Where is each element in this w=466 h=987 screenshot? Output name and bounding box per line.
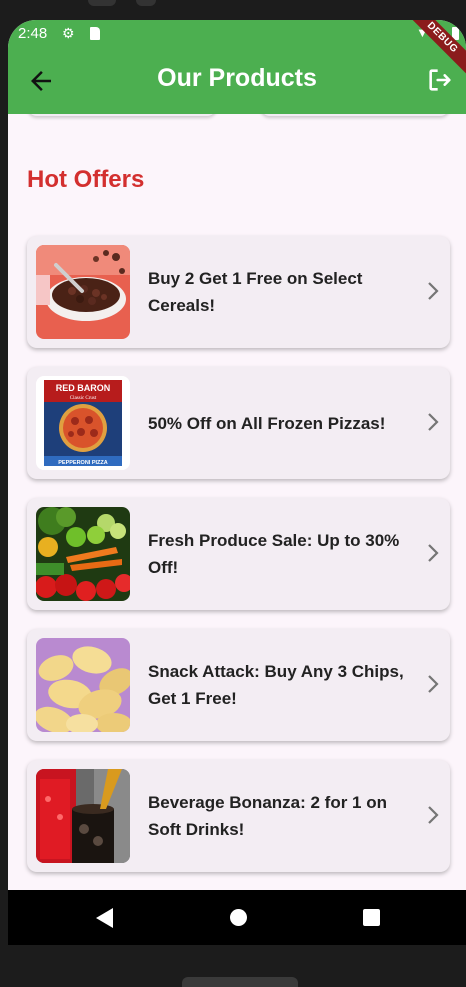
status-bar: 2:48 ⚙ ▼ ◢ bbox=[8, 20, 466, 48]
nav-recents-icon[interactable] bbox=[363, 909, 380, 926]
chevron-right-icon bbox=[428, 806, 439, 824]
nav-home-icon[interactable] bbox=[230, 909, 247, 926]
logout-icon bbox=[429, 69, 451, 91]
pizza-flavor-text: PEPPERONI PIZZA bbox=[58, 460, 108, 466]
frozen-pizza-box-image: RED BARON Classic Crust PEPPERONI PIZZA bbox=[36, 376, 130, 470]
system-nav-bar bbox=[8, 890, 466, 945]
offer-card[interactable]: Snack Attack: Buy Any 3 Chips, Get 1 Fre… bbox=[27, 629, 450, 741]
sd-card-icon bbox=[90, 27, 100, 40]
hot-offers-title: Hot Offers bbox=[27, 166, 145, 193]
device-bezel bbox=[182, 977, 298, 987]
offer-card[interactable]: Fresh Produce Sale: Up to 30% Off! bbox=[27, 498, 450, 610]
soft-drinks-image bbox=[36, 769, 130, 863]
chevron-right-icon bbox=[428, 675, 439, 693]
chevron-right-icon bbox=[428, 544, 439, 562]
status-time: 2:48 bbox=[18, 25, 48, 42]
pizza-subtitle-text: Classic Crust bbox=[70, 396, 97, 401]
offer-card[interactable]: Beverage Bonanza: 2 for 1 on Soft Drinks… bbox=[27, 760, 450, 872]
device-bezel bbox=[136, 0, 156, 6]
nav-back-icon[interactable] bbox=[96, 908, 113, 928]
offer-label: 50% Off on All Frozen Pizzas! bbox=[148, 413, 386, 433]
app-screen: 2:48 ⚙ ▼ ◢ DEBUG Our Products Hot Offers bbox=[8, 20, 466, 945]
page-title: Our Products bbox=[157, 64, 317, 92]
offer-label: Buy 2 Get 1 Free on Select Cereals! bbox=[148, 269, 363, 315]
chevron-right-icon bbox=[428, 413, 439, 431]
product-list[interactable]: Hot Offers Buy 2 Get 1 Free on Select Ce… bbox=[8, 114, 466, 890]
offer-label: Fresh Produce Sale: Up to 30% Off! bbox=[148, 531, 400, 577]
gear-icon: ⚙ bbox=[62, 25, 75, 41]
chevron-right-icon bbox=[428, 282, 439, 300]
offer-card[interactable]: Buy 2 Get 1 Free on Select Cereals! bbox=[27, 236, 450, 348]
offer-card[interactable]: RED BARON Classic Crust PEPPERONI PIZZA … bbox=[27, 367, 450, 479]
product-card-partial[interactable] bbox=[27, 114, 217, 116]
device-bezel bbox=[88, 0, 116, 6]
potato-chips-image bbox=[36, 638, 130, 732]
cereal-bowl-image bbox=[36, 245, 130, 339]
app-bar: 2:48 ⚙ ▼ ◢ DEBUG Our Products bbox=[8, 20, 466, 114]
offer-label: Beverage Bonanza: 2 for 1 on Soft Drinks… bbox=[148, 793, 388, 839]
offer-label: Snack Attack: Buy Any 3 Chips, Get 1 Fre… bbox=[148, 662, 404, 708]
product-card-partial[interactable] bbox=[260, 114, 450, 116]
fresh-vegetables-image bbox=[36, 507, 130, 601]
logout-button[interactable] bbox=[426, 66, 456, 96]
pizza-brand-text: RED BARON bbox=[56, 383, 111, 393]
